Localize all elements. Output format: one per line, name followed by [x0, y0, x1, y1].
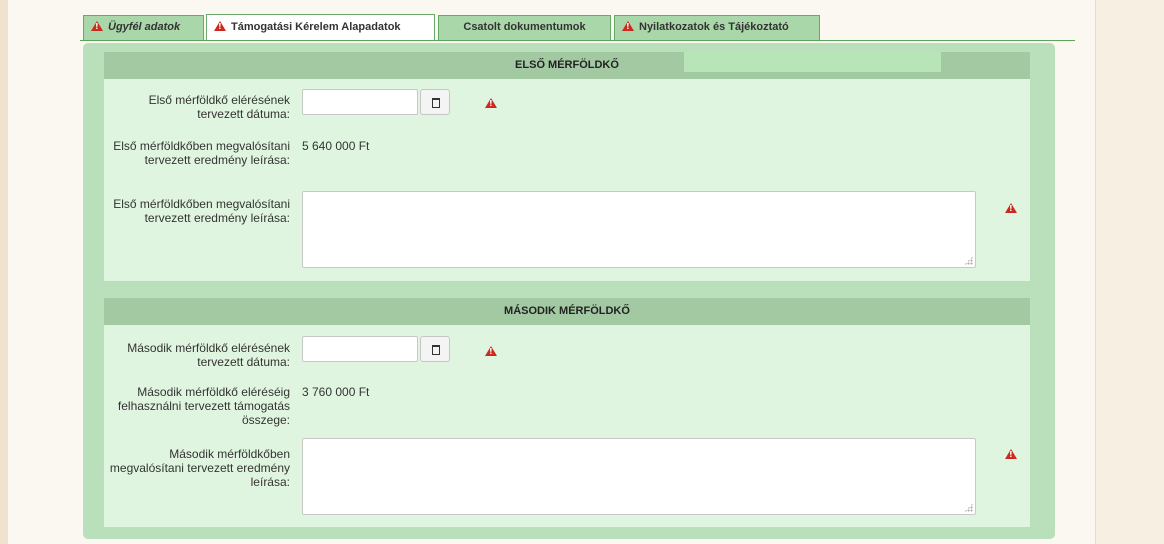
calendar-icon[interactable] — [420, 89, 450, 115]
tab-csatolt-dokumentumok[interactable]: Csatolt dokumentumok — [438, 15, 611, 40]
section-header: ELSŐ MÉRFÖLDKŐ — [104, 52, 1030, 79]
section-title: MÁSODIK MÉRFÖLDKŐ — [504, 305, 630, 317]
warning-icon — [1005, 449, 1017, 459]
resize-grip-icon[interactable] — [964, 256, 973, 265]
warning-icon — [622, 21, 634, 31]
milestone-1-date-input[interactable] — [302, 89, 418, 115]
milestone-2-date-input[interactable] — [302, 336, 418, 362]
tab-tamogatasi-kerelem-alapadatok[interactable]: Támogatási Kérelem Alapadatok — [206, 14, 435, 41]
section-header: MÁSODIK MÉRFÖLDKŐ — [104, 298, 1030, 325]
tab-bar-underline — [80, 40, 1075, 41]
section-title: ELSŐ MÉRFÖLDKŐ — [515, 59, 619, 71]
milestone-2-description-textarea[interactable] — [302, 438, 976, 515]
tab-label: Ügyfél adatok — [108, 21, 181, 33]
warning-icon — [91, 21, 103, 31]
milestone-1-amount-value: 5 640 000 Ft — [302, 139, 370, 153]
milestone-1-description-label: Első mérföldkőben megvalósítani tervezet… — [113, 197, 290, 225]
milestone-1-description-textarea[interactable] — [302, 191, 976, 268]
milestone-2-amount-label: Második mérföldkő eléréséig felhasználni… — [117, 385, 290, 427]
tab-label: Támogatási Kérelem Alapadatok — [231, 21, 401, 33]
milestone-2-amount-value: 3 760 000 Ft — [302, 385, 370, 399]
warning-icon — [214, 21, 226, 31]
resize-grip-icon[interactable] — [964, 503, 973, 512]
milestone-2-date-label: Második mérföldkő elérésének tervezett d… — [127, 341, 290, 369]
tab-label: Nyilatkozatok és Tájékoztató — [639, 21, 789, 33]
milestone-1-date-label: Első mérföldkő elérésének tervezett dátu… — [148, 93, 290, 121]
right-side-panel — [1095, 0, 1164, 544]
milestone-2-description-label: Második mérföldkőben megvalósítani terve… — [109, 447, 290, 489]
warning-icon — [1005, 203, 1017, 213]
warning-icon — [485, 98, 497, 108]
milestone-1-amount-label: Első mérföldkőben megvalósítani tervezet… — [113, 139, 290, 167]
tab-ugyfel-adatok[interactable]: Ügyfél adatok — [83, 15, 204, 40]
tab-label: Csatolt dokumentumok — [463, 21, 586, 33]
tab-nyilatkozatok-es-tajekoztato[interactable]: Nyilatkozatok és Tájékoztató — [614, 15, 820, 40]
header-highlight — [684, 52, 941, 72]
warning-icon — [485, 346, 497, 356]
calendar-icon[interactable] — [420, 336, 450, 362]
